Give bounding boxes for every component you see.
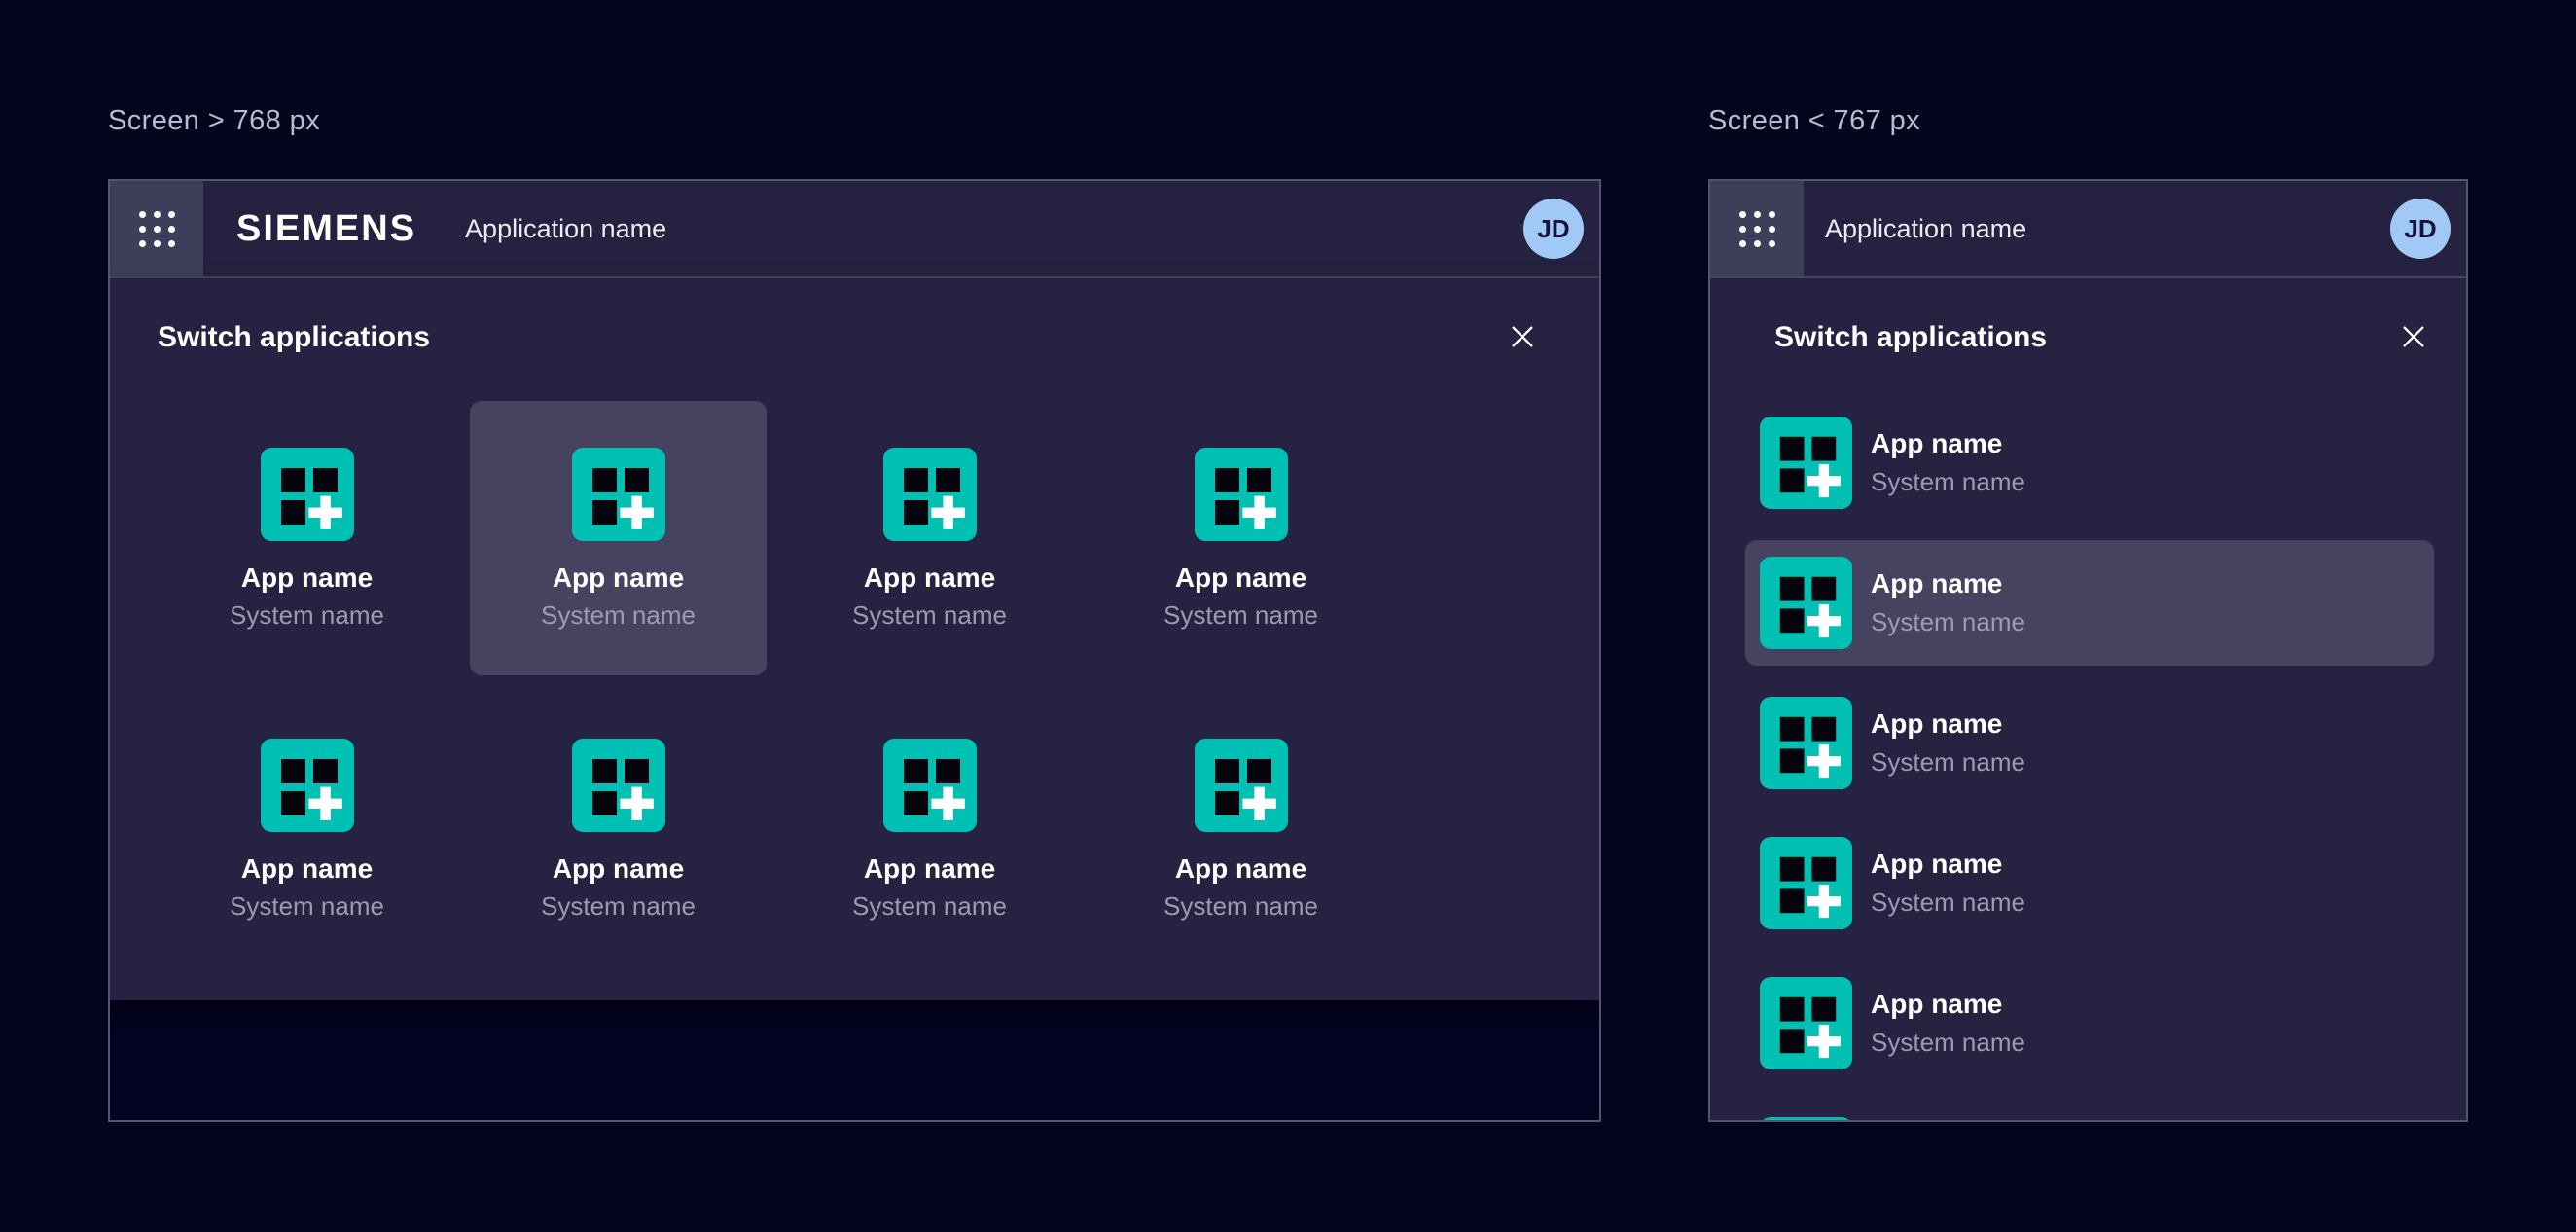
app-name: App name [1871,849,2025,880]
app-tile-grid: App name System name [159,401,1389,966]
switch-applications-dialog: Switch applications [1710,278,2466,1120]
app-list-item[interactable]: App name System name [1745,400,2434,525]
breakpoint-label-desktop: Screen > 768 px [108,105,320,137]
close-button[interactable] [1507,321,1538,352]
system-name: System name [1871,888,2025,918]
system-name: System name [230,601,384,631]
close-icon [1507,321,1538,352]
close-button[interactable] [2398,321,2429,352]
switch-applications-dialog: Switch applications [110,278,1599,1000]
app-tile[interactable]: App name System name [1092,401,1389,675]
app-tile[interactable]: App name System name [470,692,767,966]
app-name: App name [241,853,373,885]
breakpoint-label-mobile: Screen < 767 px [1708,105,1920,137]
app-name: App name [553,853,684,885]
app-name: App name [1871,428,2025,459]
system-name: System name [541,892,696,922]
system-name: System name [1871,468,2025,497]
application-title: Application name [465,214,666,244]
app-icon [883,739,977,832]
design-canvas: Screen > 768 px SIEMENS Application name… [0,0,2576,1232]
app-list-item[interactable]: App name System name [1745,820,2434,946]
app-name: App name [864,562,995,594]
app-list-item[interactable]: App name System name [1745,540,2434,666]
dialog-title: Switch applications [158,321,430,354]
app-launcher-button[interactable] [110,181,203,276]
app-list: App name System name [1745,400,2434,1120]
app-name: App name [1175,562,1306,594]
app-icon [1195,739,1288,832]
app-tile[interactable]: App name System name [781,401,1078,675]
app-icon [261,448,354,541]
app-window-mobile: Application name JD Switch applications [1708,179,2468,1122]
app-name: App name [1871,568,2025,599]
app-name: App name [864,853,995,885]
system-name: System name [852,892,1007,922]
app-list-item-text: App name System name [1871,708,2025,778]
system-name: System name [1871,1029,2025,1058]
app-tile[interactable]: App name System name [470,401,767,675]
app-name: App name [241,562,373,594]
system-name: System name [852,601,1007,631]
app-tile[interactable]: App name System name [159,692,455,966]
dialog-title: Switch applications [1774,321,2047,354]
app-icon [1760,837,1852,929]
app-list-item[interactable]: App name System name [1745,1101,2434,1120]
app-list-item-text: App name System name [1871,849,2025,918]
app-name: App name [1871,989,2025,1020]
system-name: System name [1871,748,2025,778]
app-list-item[interactable]: App name System name [1745,680,2434,806]
avatar-initials: JD [1537,214,1569,244]
app-name: App name [1871,708,2025,740]
app-launcher-icon [1739,211,1775,247]
app-launcher-button[interactable] [1710,181,1804,276]
app-icon [1195,448,1288,541]
app-header-mobile: Application name JD [1710,181,2466,278]
app-tile[interactable]: App name System name [781,692,1078,966]
app-name: App name [553,562,684,594]
user-avatar[interactable]: JD [1523,199,1584,259]
system-name: System name [1163,892,1318,922]
siemens-logo: SIEMENS [236,208,416,250]
app-tile[interactable]: App name System name [1092,692,1389,966]
app-icon [883,448,977,541]
user-avatar[interactable]: JD [2390,199,2451,259]
app-icon [1760,1117,1852,1120]
app-list-item-text: App name System name [1871,568,2025,637]
close-icon [2398,321,2429,352]
system-name: System name [541,601,696,631]
application-title: Application name [1825,214,2026,244]
app-tile[interactable]: App name System name [159,401,455,675]
app-launcher-icon [139,211,175,247]
app-icon [261,739,354,832]
app-icon [1760,557,1852,649]
app-list-item[interactable]: App name System name [1745,960,2434,1086]
app-list-item-text: App name System name [1871,989,2025,1058]
app-icon [572,739,665,832]
app-window-desktop: SIEMENS Application name JD Switch appli… [108,179,1601,1122]
app-icon [1760,417,1852,509]
system-name: System name [230,892,384,922]
avatar-initials: JD [2404,214,2436,244]
app-header-desktop: SIEMENS Application name JD [110,181,1599,278]
system-name: System name [1163,601,1318,631]
system-name: System name [1871,608,2025,637]
app-icon [1760,977,1852,1069]
app-name: App name [1175,853,1306,885]
app-icon [1760,697,1852,789]
app-list-item-text: App name System name [1871,428,2025,497]
app-icon [572,448,665,541]
